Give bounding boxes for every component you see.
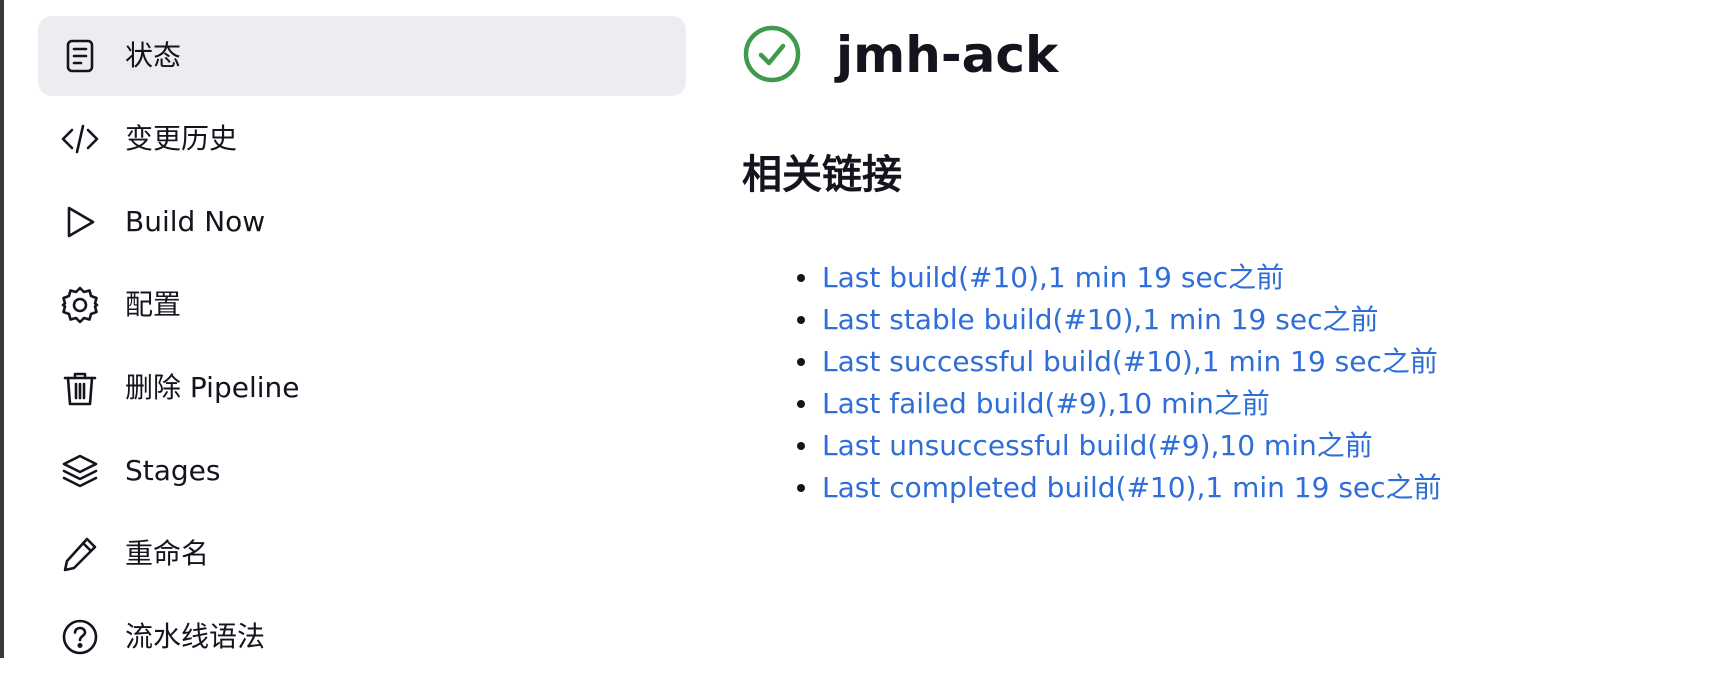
link-last-completed-build[interactable]: Last completed build(#10),1 min 19 sec之前 xyxy=(822,471,1442,504)
window-edge xyxy=(0,0,4,658)
sidebar-item-label: 删除 Pipeline xyxy=(125,371,300,404)
link-last-unsuccessful-build[interactable]: Last unsuccessful build(#9),10 min之前 xyxy=(822,429,1373,462)
sidebar-item-label: 变更历史 xyxy=(125,122,238,155)
play-icon xyxy=(60,202,100,242)
list-item: Last build(#10),1 min 19 sec之前 xyxy=(742,257,1642,299)
list-item: Last unsuccessful build(#9),10 min之前 xyxy=(742,425,1642,467)
sidebar-item-pipeline-syntax[interactable]: 流水线语法 xyxy=(38,597,686,677)
link-last-stable-build[interactable]: Last stable build(#10),1 min 19 sec之前 xyxy=(822,303,1378,336)
sidebar-item-build-now[interactable]: Build Now xyxy=(38,182,686,262)
bullet xyxy=(797,358,805,366)
bullet xyxy=(797,274,805,282)
trash-icon xyxy=(60,368,100,408)
sidebar-item-status[interactable]: 状态 xyxy=(38,16,686,96)
link-last-failed-build[interactable]: Last failed build(#9),10 min之前 xyxy=(822,387,1270,420)
sidebar: 状态 变更历史 Build Now 配置 删除 Pipeline Stages … xyxy=(38,16,686,680)
sidebar-item-label: 重命名 xyxy=(125,537,210,570)
sidebar-item-delete-pipeline[interactable]: 删除 Pipeline xyxy=(38,348,686,428)
related-links-list: Last build(#10),1 min 19 sec之前 Last stab… xyxy=(742,257,1642,509)
link-last-successful-build[interactable]: Last successful build(#10),1 min 19 sec之… xyxy=(822,345,1438,378)
sidebar-item-configure[interactable]: 配置 xyxy=(38,265,686,345)
sidebar-item-changes[interactable]: 变更历史 xyxy=(38,99,686,179)
sidebar-item-rename[interactable]: 重命名 xyxy=(38,514,686,594)
help-circle-icon xyxy=(60,617,100,657)
link-last-build[interactable]: Last build(#10),1 min 19 sec之前 xyxy=(822,261,1284,294)
page-title: jmh-ack xyxy=(836,26,1059,84)
layers-icon xyxy=(60,451,100,491)
list-item: Last failed build(#9),10 min之前 xyxy=(742,383,1642,425)
pencil-icon xyxy=(60,534,100,574)
bullet xyxy=(797,400,805,408)
sidebar-item-label: 流水线语法 xyxy=(125,620,266,653)
document-icon xyxy=(60,36,100,76)
list-item: Last successful build(#10),1 min 19 sec之… xyxy=(742,341,1642,383)
sidebar-item-label: 配置 xyxy=(125,288,182,321)
related-links-heading: 相关链接 xyxy=(742,152,902,198)
sidebar-item-label: Build Now xyxy=(125,205,266,238)
list-item: Last stable build(#10),1 min 19 sec之前 xyxy=(742,299,1642,341)
sidebar-item-stages[interactable]: Stages xyxy=(38,431,686,511)
bullet xyxy=(797,484,805,492)
bullet xyxy=(797,442,805,450)
list-item: Last completed build(#10),1 min 19 sec之前 xyxy=(742,467,1642,509)
bullet xyxy=(797,316,805,324)
code-icon xyxy=(60,119,100,159)
sidebar-item-label: 状态 xyxy=(125,39,182,72)
job-header: jmh-ack xyxy=(742,20,1642,90)
check-circle-icon xyxy=(742,24,802,84)
sidebar-item-label: Stages xyxy=(125,454,221,487)
gear-icon xyxy=(60,285,100,325)
